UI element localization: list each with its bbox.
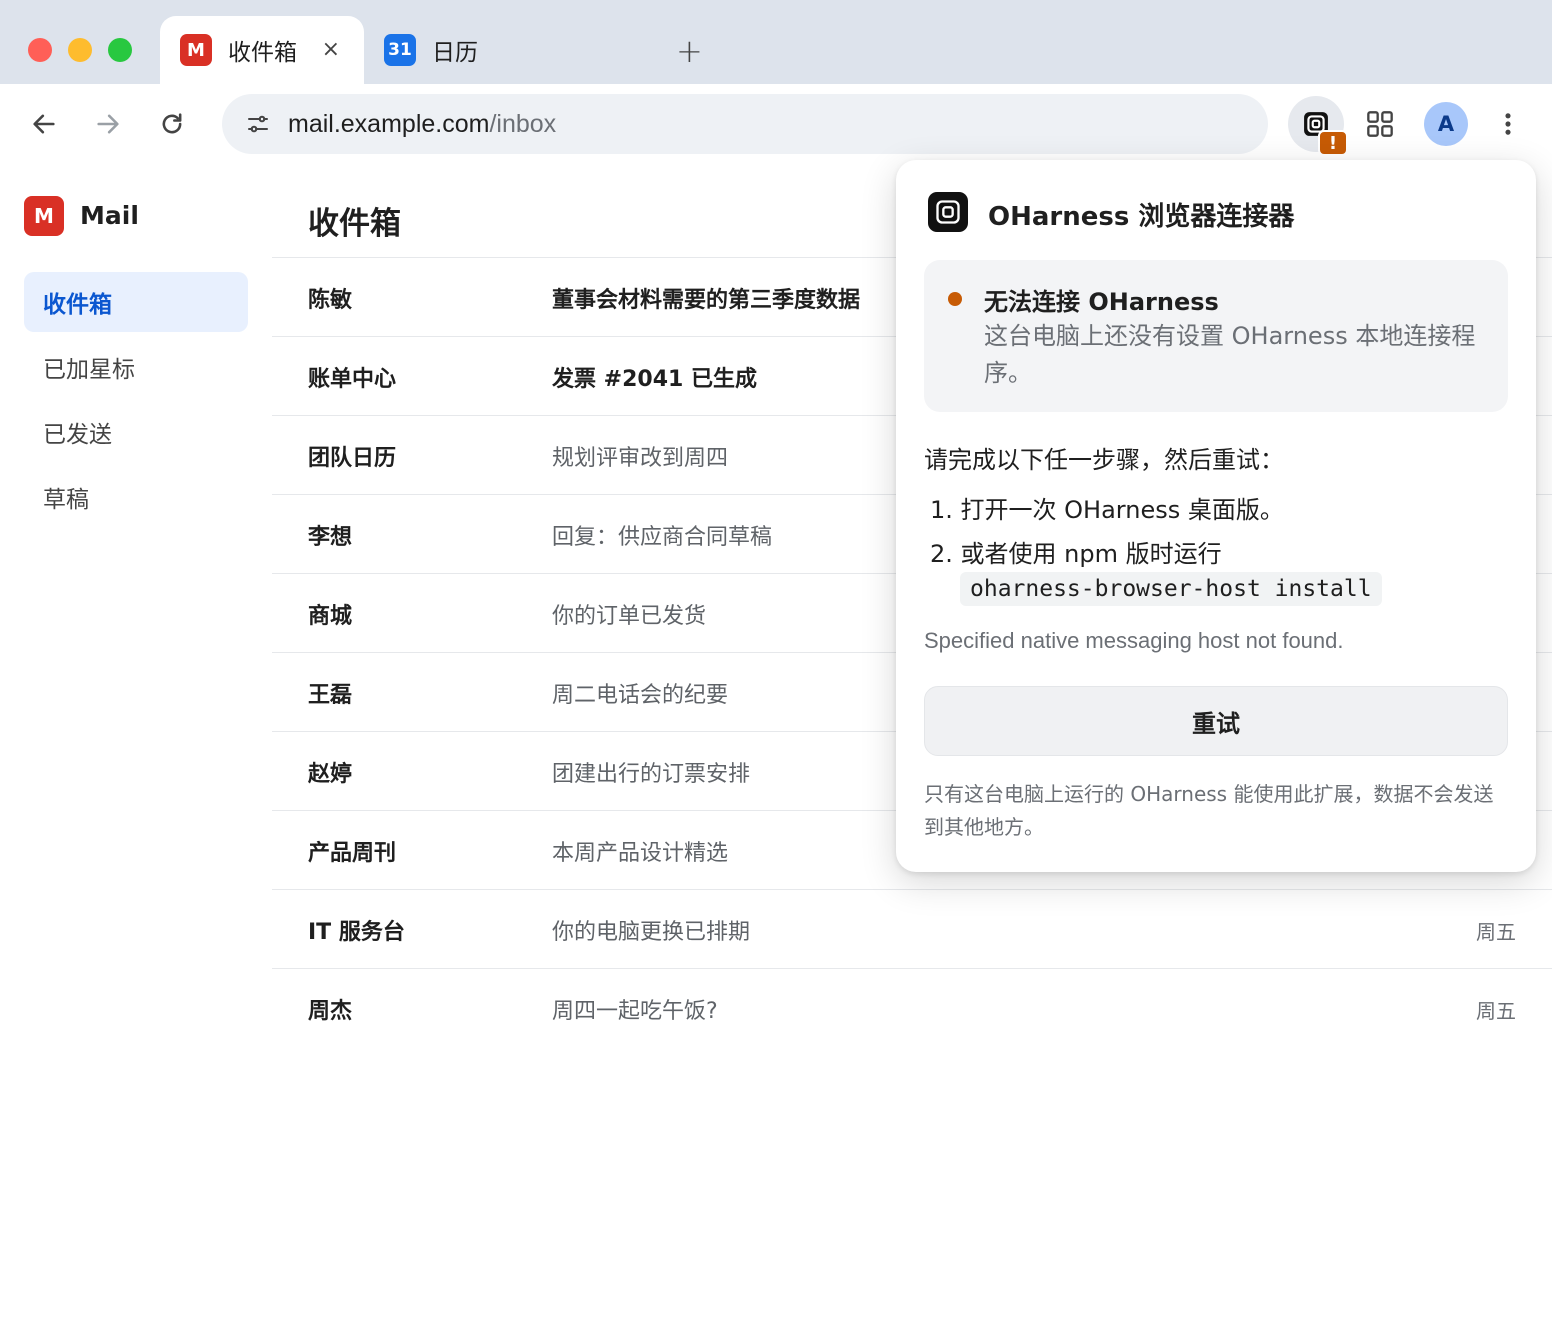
forward-button[interactable] <box>92 108 124 140</box>
popup-title: OHarness 浏览器连接器 <box>988 202 1295 232</box>
status-title: 无法连接 OHarness <box>984 288 1219 316</box>
sidebar-item-drafts[interactable]: 草稿 <box>24 467 248 527</box>
url-path: /inbox <box>489 109 557 138</box>
tab-title: 日历 <box>432 40 478 66</box>
profile-avatar[interactable]: A <box>1424 102 1468 146</box>
app-name: Mail <box>80 201 139 230</box>
address-bar[interactable]: mail.example.com/inbox <box>222 94 1268 154</box>
status-description: 这台电脑上还没有设置 OHarness 本地连接程序。 <box>984 322 1476 387</box>
oharness-extension-button[interactable]: ! <box>1288 96 1348 156</box>
extension-popup: OHarness 浏览器连接器 无法连接 OHarness 这台电脑上还没有设置… <box>896 160 1536 872</box>
email-subject: 本周产品设计精选 <box>552 841 729 866</box>
email-sender: 王磊 <box>308 683 353 708</box>
url-text: mail.example.com/inbox <box>288 110 556 139</box>
email-sender: IT 服务台 <box>308 920 405 945</box>
close-tab-icon[interactable]: × <box>322 38 340 62</box>
privacy-footnote: 只有这台电脑上运行的 OHarness 能使用此扩展，数据不会发送到其他地方。 <box>924 782 1494 839</box>
email-sender: 周杰 <box>308 999 353 1024</box>
step-1: 1. 打开一次 OHarness 桌面版。 <box>930 496 1284 524</box>
url-host: mail.example.com <box>288 109 490 138</box>
email-subject: 发票 #2041 已生成 <box>552 367 757 392</box>
tab-inbox[interactable]: M 收件箱 × <box>160 16 364 84</box>
maximize-window-button[interactable] <box>108 38 132 62</box>
site-settings-icon[interactable] <box>246 112 270 136</box>
install-command: oharness-browser-host install <box>960 572 1382 606</box>
email-subject: 周二电话会的纪要 <box>552 683 729 708</box>
browser-toolbar: mail.example.com/inbox ! A <box>0 84 1552 164</box>
email-sender: 团队日历 <box>308 446 397 471</box>
page-title: 收件箱 <box>308 206 401 242</box>
steps-intro: 请完成以下任一步骤，然后重试： <box>924 446 1284 474</box>
tab-title: 收件箱 <box>228 40 297 66</box>
email-subject: 你的订单已发货 <box>552 604 707 629</box>
email-subject: 你的电脑更换已排期 <box>552 920 751 945</box>
retry-button[interactable]: 重试 <box>924 686 1508 756</box>
warning-badge: ! <box>1318 130 1348 156</box>
arrow-right-icon <box>97 114 119 134</box>
mail-logo-icon: M <box>24 196 64 236</box>
back-button[interactable] <box>28 108 60 140</box>
tab-strip: M 收件箱 × 31 日历 + <box>0 0 1552 84</box>
email-row[interactable]: 周杰 周四一起吃午饭? 周五 <box>272 968 1552 1047</box>
status-dot-icon <box>948 292 962 306</box>
oharness-logo-icon <box>928 192 968 232</box>
sidebar-item-inbox[interactable]: 收件箱 <box>24 272 248 332</box>
sidebar-item-sent[interactable]: 已发送 <box>24 402 248 462</box>
email-subject: 回复：供应商合同草稿 <box>552 525 773 550</box>
tab-calendar[interactable]: 31 日历 <box>364 16 664 84</box>
extensions-puzzle-icon[interactable] <box>1366 110 1394 138</box>
calendar-favicon-icon: 31 <box>384 34 416 66</box>
email-sender: 赵婷 <box>308 762 353 787</box>
email-subject: 周四一起吃午饭? <box>552 999 718 1024</box>
email-sender: 商城 <box>308 604 353 629</box>
new-tab-button[interactable]: + <box>676 34 703 68</box>
email-date: 周五 <box>1476 999 1516 1023</box>
email-subject: 规划评审改到周四 <box>552 446 729 471</box>
email-sender: 产品周刊 <box>308 841 397 866</box>
mail-favicon-icon: M <box>180 34 212 66</box>
email-row[interactable]: IT 服务台 你的电脑更换已排期 周五 <box>272 889 1552 968</box>
arrow-left-icon <box>33 114 55 134</box>
email-sender: 李想 <box>308 525 353 550</box>
email-subject: 董事会材料需要的第三季度数据 <box>552 288 861 313</box>
step-2: 2. 或者使用 npm 版时运行 <box>930 540 1222 568</box>
close-window-button[interactable] <box>28 38 52 62</box>
minimize-window-button[interactable] <box>68 38 92 62</box>
sidebar-item-starred[interactable]: 已加星标 <box>24 337 248 397</box>
reload-icon <box>162 113 182 134</box>
error-message: Specified native messaging host not foun… <box>924 628 1344 653</box>
email-sender: 账单中心 <box>308 367 397 392</box>
more-options-icon[interactable] <box>1494 108 1522 140</box>
email-sender: 陈敏 <box>308 288 353 313</box>
email-subject: 团建出行的订票安排 <box>552 762 751 787</box>
connection-status-card: 无法连接 OHarness 这台电脑上还没有设置 OHarness 本地连接程序… <box>924 260 1508 412</box>
reload-button[interactable] <box>156 108 188 140</box>
email-date: 周五 <box>1476 920 1516 944</box>
